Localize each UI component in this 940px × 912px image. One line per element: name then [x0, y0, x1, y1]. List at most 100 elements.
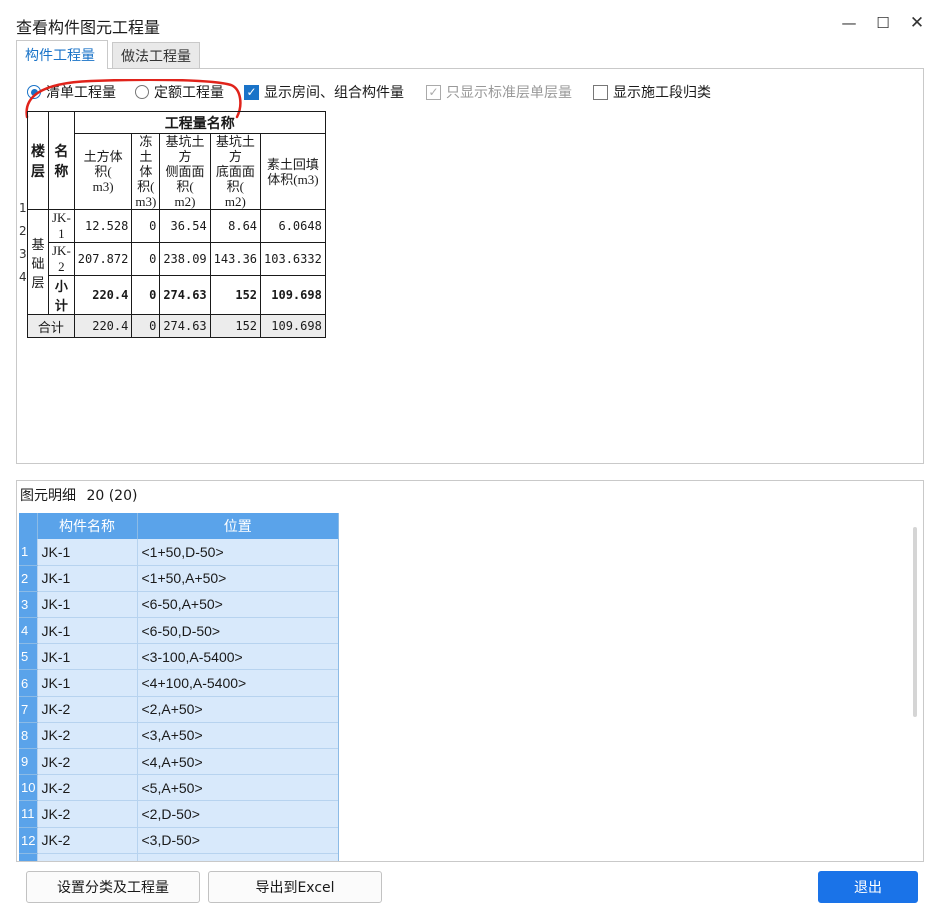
- col-pit-side-area-line3: m2): [174, 194, 196, 209]
- list-item[interactable]: 7 JK-2 <2,A+50>: [19, 696, 338, 723]
- cell-value: 274.63: [159, 275, 211, 315]
- maximize-icon[interactable]: ☐: [868, 10, 898, 36]
- col-position[interactable]: 位置: [137, 513, 338, 539]
- detail-table-wrap: 构件名称 位置 1 JK-1 <1+50,D-50> 2 JK-1 <1+50,A+50>…: [19, 513, 339, 861]
- list-item[interactable]: 4 JK-1 <6-50,D-50>: [19, 617, 338, 645]
- col-earth-volume-line2: m3): [92, 179, 114, 194]
- cell-position: <3,D-50>: [137, 827, 338, 854]
- list-item[interactable]: 12 JK-2 <3,D-50>: [19, 827, 338, 854]
- list-item[interactable]: [19, 853, 338, 861]
- cell-position: <3,A+50>: [137, 722, 338, 750]
- radio-quota-quantity-label: 定额工程量: [154, 85, 224, 101]
- col-frozen-volume: 冻土体积( m3): [131, 133, 161, 210]
- table-row-total[interactable]: 合计 220.4 0 274.63 152 109.698: [27, 314, 326, 338]
- checkbox-show-rooms-label: 显示房间、组合构件量: [264, 85, 404, 101]
- table-row[interactable]: 基础层 JK-1 12.528 0 36.54 8.64 6.0648: [27, 209, 326, 315]
- vertical-scrollbar[interactable]: [913, 527, 917, 717]
- radio-quota-quantity[interactable]: 定额工程量: [135, 81, 224, 103]
- checkbox-disabled-checked-icon: ✓: [426, 84, 441, 100]
- cell-position: <5,A+50>: [137, 774, 338, 802]
- cell-component-name: JK-1: [37, 565, 138, 592]
- table-row-subtotal[interactable]: 小计 220.4 0 274.63 152 109.698: [28, 275, 326, 315]
- col-floor: 楼层: [27, 111, 49, 210]
- checkbox-construction-stage[interactable]: 显示施工段归类: [593, 81, 711, 103]
- radio-bill-quantity[interactable]: 清单工程量: [27, 81, 116, 103]
- col-pit-side-area: 基坑土方 侧面面积( m2): [159, 133, 211, 210]
- tab-component-quantity[interactable]: 构件工程量: [16, 40, 108, 69]
- minimize-icon[interactable]: —: [834, 10, 864, 36]
- list-item[interactable]: 11 JK-2 <2,D-50>: [19, 800, 338, 828]
- radio-unselected-icon[interactable]: [135, 85, 149, 99]
- cell-position: <6-50,D-50>: [137, 617, 338, 645]
- cell-component-name: JK-2: [37, 774, 138, 802]
- cell-value: 36.54: [159, 209, 211, 243]
- cell-value: 143.36: [209, 242, 262, 276]
- cell-component-name: JK-2: [37, 696, 138, 723]
- row-index: 6: [19, 669, 38, 697]
- col-earth-volume-line1: 土方体积(: [83, 149, 123, 179]
- cell-name: JK-1: [48, 209, 75, 243]
- exit-button[interactable]: 退出: [818, 871, 918, 903]
- cell-value: 8.64: [209, 209, 262, 243]
- cell-component-name: JK-1: [37, 643, 138, 671]
- cell-position: <2,D-50>: [137, 800, 338, 828]
- cell-value: 109.698: [260, 275, 326, 315]
- checkbox-checked-icon[interactable]: ✓: [244, 84, 259, 100]
- checkbox-unchecked-icon[interactable]: [593, 84, 608, 100]
- row-number: 1: [19, 201, 27, 215]
- cell-component-name: JK-2: [37, 827, 138, 854]
- cell-position: <4+100,A-5400>: [137, 669, 338, 697]
- cell-component-name: JK-2: [37, 748, 138, 776]
- detail-table: 构件名称 位置 1 JK-1 <1+50,D-50> 2 JK-1 <1+50,A+50>…: [19, 513, 338, 861]
- cell-value: 6.0648: [260, 209, 326, 243]
- cell-component-name: [37, 853, 138, 861]
- cell-value: 0: [131, 275, 161, 315]
- col-component-name[interactable]: 构件名称: [37, 513, 138, 539]
- title-bar: 查看构件图元工程量 — ☐ ✕: [0, 0, 940, 40]
- cell-value: 274.63: [159, 314, 211, 338]
- close-icon[interactable]: ✕: [902, 10, 932, 36]
- panel-splitter[interactable]: [16, 465, 924, 477]
- tab-method-quantity[interactable]: 做法工程量: [112, 42, 200, 68]
- cell-position: <1+50,D-50>: [137, 539, 338, 566]
- cell-value: 103.6332: [260, 242, 326, 276]
- cell-value: 0: [131, 242, 161, 276]
- list-item[interactable]: 1 JK-1 <1+50,D-50>: [19, 539, 338, 566]
- cell-component-name: JK-2: [37, 722, 138, 750]
- row-index: 3: [19, 591, 38, 619]
- row-index: 4: [19, 617, 38, 645]
- list-item[interactable]: 8 JK-2 <3,A+50>: [19, 722, 338, 750]
- row-index: 12: [19, 827, 38, 854]
- checkbox-construction-stage-label: 显示施工段归类: [613, 85, 711, 101]
- col-index: [19, 513, 38, 539]
- checkbox-show-rooms[interactable]: ✓ 显示房间、组合构件量: [244, 81, 404, 103]
- checkbox-standard-floor-label: 只显示标准层单层量: [446, 85, 572, 101]
- setup-category-button[interactable]: 设置分类及工程量: [26, 871, 200, 903]
- col-pit-side-area-line2: 侧面面积(: [165, 164, 205, 194]
- radio-selected-icon[interactable]: [27, 85, 41, 99]
- list-item[interactable]: 9 JK-2 <4,A+50>: [19, 748, 338, 776]
- table-row[interactable]: JK-2 207.872 0 238.09 143.36 103.6332: [28, 242, 326, 276]
- list-item[interactable]: 6 JK-1 <4+100,A-5400>: [19, 669, 338, 697]
- row-index: 5: [19, 643, 38, 671]
- cell-component-name: JK-1: [37, 539, 138, 566]
- col-name: 名称: [48, 111, 75, 210]
- export-excel-button[interactable]: 导出到Excel: [208, 871, 382, 903]
- cell-position: <6-50,A+50>: [137, 591, 338, 619]
- row-index: [19, 853, 38, 861]
- cell-position: <1+50,A+50>: [137, 565, 338, 592]
- cell-value: 0: [131, 209, 161, 243]
- row-index: 8: [19, 722, 38, 750]
- quantity-panel: 清单工程量 定额工程量 ✓ 显示房间、组合构件量 ✓ 只显示标准层单层量 显示施…: [16, 68, 924, 464]
- list-item[interactable]: 3 JK-1 <6-50,A+50>: [19, 591, 338, 619]
- row-index: 7: [19, 696, 38, 723]
- col-earth-volume: 土方体积( m3): [73, 133, 133, 210]
- detail-panel: 图元明细 20 (20) 构件名称 位置 1 JK-1 <1+50,D-50> 2 JK…: [16, 480, 924, 862]
- checkbox-standard-floor[interactable]: ✓ 只显示标准层单层量: [426, 81, 572, 103]
- cell-value: 109.698: [260, 314, 326, 338]
- list-item[interactable]: 10 JK-2 <5,A+50>: [19, 774, 338, 802]
- list-item[interactable]: 5 JK-1 <3-100,A-5400>: [19, 643, 338, 671]
- radio-bill-quantity-label: 清单工程量: [46, 85, 116, 101]
- col-group-quantity: 工程量名称: [73, 111, 326, 134]
- list-item[interactable]: 2 JK-1 <1+50,A+50>: [19, 565, 338, 592]
